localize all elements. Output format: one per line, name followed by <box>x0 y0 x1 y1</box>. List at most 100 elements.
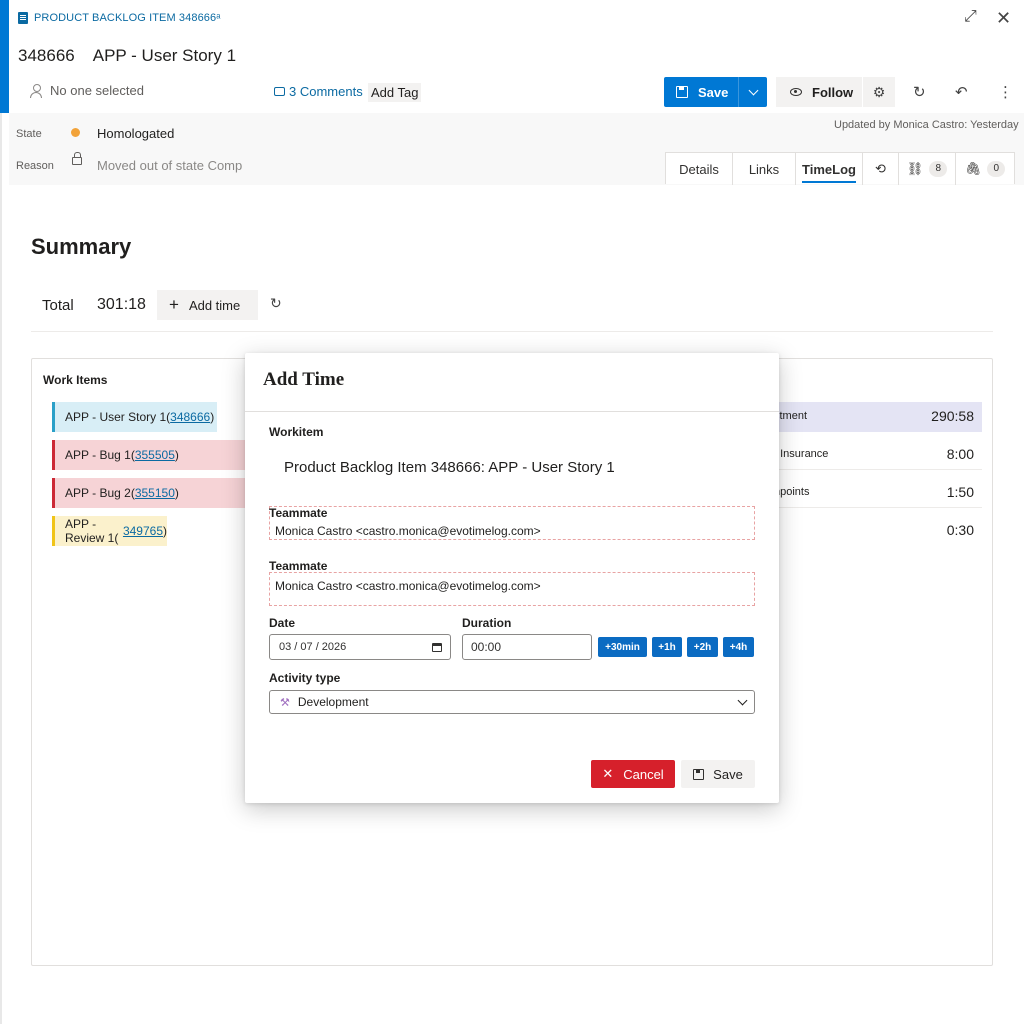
save-options-button[interactable] <box>738 77 767 107</box>
work-item-name: APP - Review 1( <box>65 517 119 545</box>
history-icon[interactable]: ⟲ <box>863 153 899 185</box>
add-time-button[interactable]: + Add time <box>157 290 258 320</box>
activity-row: stment 290:58 <box>760 402 982 432</box>
tab-details[interactable]: Details <box>666 153 733 185</box>
type-color-bar <box>0 0 9 113</box>
save-icon <box>693 768 705 780</box>
divider <box>31 331 993 332</box>
work-item-name: APP - Bug 1( <box>65 448 135 462</box>
date-input[interactable]: 03 / 07 / 2026 <box>269 634 451 660</box>
dialog-save-button[interactable]: Save <box>681 760 755 788</box>
comments-label: 3 Comments <box>289 84 363 99</box>
work-item-close: ) <box>174 448 179 462</box>
tab-timelog[interactable]: TimeLog <box>796 153 863 185</box>
add-tag-button[interactable]: Add Tag <box>368 83 422 102</box>
state-dropdown[interactable]: Homologated <box>97 126 174 141</box>
tab-links[interactable]: Links <box>733 153 796 185</box>
total-value: 301:18 <box>97 296 146 313</box>
activity-total: 1:50 <box>946 484 974 500</box>
title-row: 348666 APP - User Story 1 <box>18 46 236 66</box>
activity-total: 0:30 <box>946 522 974 538</box>
tools-icon: ⚒ <box>280 696 290 709</box>
activity-total: 290:58 <box>931 408 974 424</box>
lock-icon <box>72 152 82 165</box>
assignee-label: No one selected <box>50 83 144 98</box>
work-item-close: ) <box>210 410 215 424</box>
date-label: Date <box>269 616 296 630</box>
add-time-label: Add time <box>188 297 241 313</box>
teammate-label: Teammate <box>269 559 328 573</box>
work-item-link[interactable]: 349765 <box>123 524 163 538</box>
paperclip-icon: 🖇 <box>964 161 982 176</box>
tab-attachments[interactable]: 🖇 0 <box>956 153 1014 185</box>
chevron-down-icon <box>748 85 758 95</box>
work-item-row[interactable]: APP - Bug 2(355150) <box>52 478 247 508</box>
settings-gear-icon[interactable]: ⚙ <box>863 77 895 107</box>
save-button[interactable]: Save <box>664 77 738 107</box>
add-30min-button[interactable]: +30min <box>598 637 647 657</box>
activity-type-value: Development <box>297 695 369 709</box>
date-value: 03 / 07 / 2026 <box>279 641 347 653</box>
follow-button[interactable]: Follow <box>776 77 862 107</box>
add-2h-button[interactable]: +2h <box>687 637 718 657</box>
work-item-row[interactable]: APP - Bug 1(355505) <box>52 440 247 470</box>
duration-label: Duration <box>462 616 512 630</box>
refresh-icon[interactable]: ↻ <box>913 83 926 101</box>
work-item-row[interactable]: APP - User Story 1(348666) <box>52 402 217 432</box>
eye-icon <box>790 88 802 96</box>
work-item-link[interactable]: 355150 <box>135 486 175 500</box>
reason-label: Reason <box>16 160 54 172</box>
save-split-button: Save <box>664 77 767 107</box>
workitem-label: Workitem <box>269 425 324 439</box>
teammate-label: Teammate <box>269 506 328 520</box>
summary-heading: Summary <box>31 234 132 259</box>
work-item-link[interactable]: 348666 <box>170 410 210 424</box>
undo-icon[interactable]: ↶ <box>955 83 968 101</box>
more-actions-icon[interactable]: ⋮ <box>998 83 1013 101</box>
activity-name: : Insurance <box>774 448 829 460</box>
work-item-row[interactable]: APP - Review 1( 349765) <box>52 516 167 546</box>
save-icon <box>676 86 688 98</box>
dialog-title: Add Time <box>263 369 345 390</box>
tab-links-count[interactable]: ⛓ 8 <box>899 153 956 185</box>
duration-value: 00:00 <box>471 640 502 654</box>
link-icon: ⛓ <box>906 161 924 176</box>
close-icon[interactable]: ✕ <box>996 8 1011 29</box>
activity-row: npoints 1:50 <box>760 478 982 508</box>
links-count: 8 <box>929 161 948 177</box>
save-label: Save <box>698 84 729 100</box>
work-item-form: PRODUCT BACKLOG ITEM 348666ᵃ ⤢ ✕ 348666 … <box>0 0 1024 1024</box>
dialog-divider <box>245 411 779 412</box>
close-icon: ✕ <box>602 766 614 781</box>
work-item-id: 348666 <box>18 46 75 65</box>
calendar-icon[interactable] <box>432 643 442 652</box>
work-item-link[interactable]: 355505 <box>135 448 175 462</box>
work-item-close: ) <box>163 524 167 538</box>
activity-row: 0:30 <box>760 516 982 546</box>
teammate-value: Monica Castro <castro.monica@evotimelog.… <box>275 524 541 538</box>
assignee-picker[interactable]: No one selected <box>30 83 144 98</box>
activity-type-label: Activity type <box>269 671 341 685</box>
add-time-dialog: Add Time Workitem Product Backlog Item 3… <box>245 353 779 803</box>
add-1h-button[interactable]: +1h <box>652 637 682 657</box>
work-items-title: Work Items <box>43 373 108 387</box>
teammate-value: Monica Castro <castro.monica@evotimelog.… <box>275 579 541 593</box>
duration-input[interactable]: 00:00 <box>462 634 592 660</box>
comments-link[interactable]: 3 Comments <box>274 84 363 99</box>
work-item-close: ) <box>174 486 179 500</box>
cancel-button[interactable]: ✕ Cancel <box>591 760 675 788</box>
refresh-summary-icon[interactable]: ↻ <box>270 295 282 312</box>
expand-icon[interactable]: ⤢ <box>964 8 977 26</box>
plus-icon: + <box>169 295 179 314</box>
attachments-count: 0 <box>987 161 1006 177</box>
chevron-down-icon <box>737 695 748 706</box>
activity-total: 8:00 <box>946 446 974 462</box>
activity-type-select[interactable]: ⚒ Development <box>269 690 755 714</box>
left-edge <box>0 113 2 1024</box>
work-item-name: APP - Bug 2( <box>65 486 135 500</box>
work-item-type-label: PRODUCT BACKLOG ITEM 348666ᵃ <box>34 12 221 24</box>
work-item-title[interactable]: APP - User Story 1 <box>93 46 236 66</box>
reason-value: Moved out of state Comp <box>97 158 243 173</box>
tab-timelog-label: TimeLog <box>802 162 856 183</box>
add-4h-button[interactable]: +4h <box>723 637 754 657</box>
